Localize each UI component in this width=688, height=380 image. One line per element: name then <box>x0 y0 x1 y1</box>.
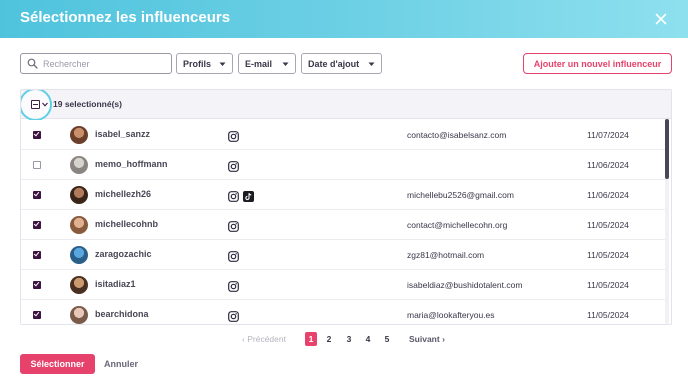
filter-profils-dropdown[interactable]: Profils <box>176 53 233 74</box>
select-button[interactable]: Sélectionner <box>20 354 95 374</box>
avatar <box>70 126 88 144</box>
chevron-down-icon <box>282 62 289 66</box>
pagination: ‹ Précédent 1 2 3 4 5 Suivant › <box>0 331 688 347</box>
instagram-icon <box>228 279 239 297</box>
email: isabeldiaz@bushidotalent.com <box>407 280 523 290</box>
filter-date-dropdown[interactable]: Date d'ajout <box>301 53 382 74</box>
avatar <box>70 156 88 174</box>
instagram-icon <box>228 249 239 267</box>
row-checkbox[interactable] <box>33 251 41 259</box>
instagram-icon <box>228 309 239 324</box>
avatar <box>70 216 88 234</box>
username[interactable]: memo_hoffmann <box>95 159 168 169</box>
username[interactable]: isitadiaz1 <box>95 279 136 289</box>
username[interactable]: isabel_sanzz <box>95 129 150 139</box>
filter-date-label: Date d'ajout <box>308 58 360 69</box>
username[interactable]: michellecohnb <box>95 219 158 229</box>
row-checkbox[interactable] <box>33 161 41 169</box>
email: zgz81@hotmail.com <box>407 250 485 260</box>
email: maria@lookafteryou.es <box>407 310 495 320</box>
email: contact@michellecohn.org <box>407 220 508 230</box>
avatar <box>70 306 88 324</box>
chevron-down-icon <box>368 62 375 66</box>
date-added: 11/06/2024 <box>587 190 629 200</box>
search-box[interactable] <box>20 53 172 74</box>
table-row[interactable]: bearchidona maria@lookafteryou.es 11/05/20… <box>21 300 665 324</box>
username[interactable]: zaragozachic <box>95 249 152 259</box>
chevron-right-icon: › <box>442 334 445 344</box>
filter-profils-label: Profils <box>183 58 212 69</box>
instagram-icon <box>228 159 239 177</box>
chevron-left-icon: ‹ <box>242 334 245 344</box>
avatar <box>70 276 88 294</box>
page-5-button[interactable]: 5 <box>381 332 393 346</box>
row-checkbox[interactable] <box>33 311 41 319</box>
row-checkbox[interactable] <box>33 221 41 229</box>
modal-header: Sélectionnez les influenceurs <box>0 0 688 38</box>
username[interactable]: bearchidona <box>95 309 149 319</box>
date-added: 11/05/2024 <box>587 220 629 230</box>
tiktok-icon <box>243 189 254 207</box>
filter-email-dropdown[interactable]: E-mail <box>238 53 296 74</box>
email: contacto@isabelsanz.com <box>407 130 507 140</box>
row-checkbox[interactable] <box>33 191 41 199</box>
influencer-table: 19 selectionné(s) isabel_sanzz contacto@i… <box>20 89 672 325</box>
toolbar: Profils E-mail Date d'ajout Ajouter un n… <box>20 53 672 74</box>
chevron-down-icon <box>219 62 226 66</box>
page-3-button[interactable]: 3 <box>343 332 355 346</box>
chevron-down-icon[interactable] <box>42 102 48 107</box>
next-page-label: Suivant <box>409 334 440 344</box>
table-row[interactable]: zaragozachic zgz81@hotmail.com 11/05/2024 <box>21 240 665 270</box>
previous-page-label: Précédent <box>247 334 286 344</box>
close-button[interactable] <box>650 8 672 30</box>
table-row[interactable]: michellezh26 michellebu2526@gmail.com 11/0… <box>21 180 665 210</box>
instagram-icon <box>228 129 239 147</box>
row-checkbox[interactable] <box>33 281 41 289</box>
next-page-link[interactable]: Suivant › <box>409 334 445 344</box>
email: michellebu2526@gmail.com <box>407 190 514 200</box>
select-all-checkbox[interactable] <box>31 100 40 109</box>
date-added: 11/05/2024 <box>587 310 629 320</box>
instagram-icon <box>228 189 239 207</box>
page-4-button[interactable]: 4 <box>362 332 374 346</box>
avatar <box>70 246 88 264</box>
table-row[interactable]: michellecohnb contact@michellecohn.org 11/… <box>21 210 665 240</box>
avatar <box>70 186 88 204</box>
date-added: 11/05/2024 <box>587 280 629 290</box>
row-checkbox[interactable] <box>33 131 41 139</box>
instagram-icon <box>228 219 239 237</box>
scrollbar-thumb[interactable] <box>665 119 669 179</box>
page-1-button[interactable]: 1 <box>305 332 317 346</box>
table-row[interactable]: isitadiaz1 isabeldiaz@bushidotalent.com 11… <box>21 270 665 300</box>
date-added: 11/05/2024 <box>587 250 629 260</box>
username[interactable]: michellezh26 <box>95 189 151 199</box>
add-influencer-button[interactable]: Ajouter un nouvel influenceur <box>523 53 672 74</box>
table-row[interactable]: isabel_sanzz contacto@isabelsanz.com 11/07… <box>21 120 665 150</box>
scrollbar[interactable] <box>665 119 669 324</box>
cancel-button[interactable]: Annuler <box>104 359 138 369</box>
table-header: 19 selectionné(s) <box>21 90 671 121</box>
close-icon <box>655 13 667 25</box>
previous-page-link[interactable]: ‹ Précédent <box>242 334 286 344</box>
table-row[interactable]: memo_hoffmann 11/06/2024 <box>21 150 665 180</box>
date-added: 11/07/2024 <box>587 130 629 140</box>
page-2-button[interactable]: 2 <box>323 332 335 346</box>
search-input[interactable] <box>43 56 167 71</box>
filter-email-label: E-mail <box>245 58 273 69</box>
modal-title: Sélectionnez les influenceurs <box>20 9 231 26</box>
search-icon <box>27 58 38 69</box>
selected-count: 19 selectionné(s) <box>53 99 122 109</box>
date-added: 11/06/2024 <box>587 160 629 170</box>
